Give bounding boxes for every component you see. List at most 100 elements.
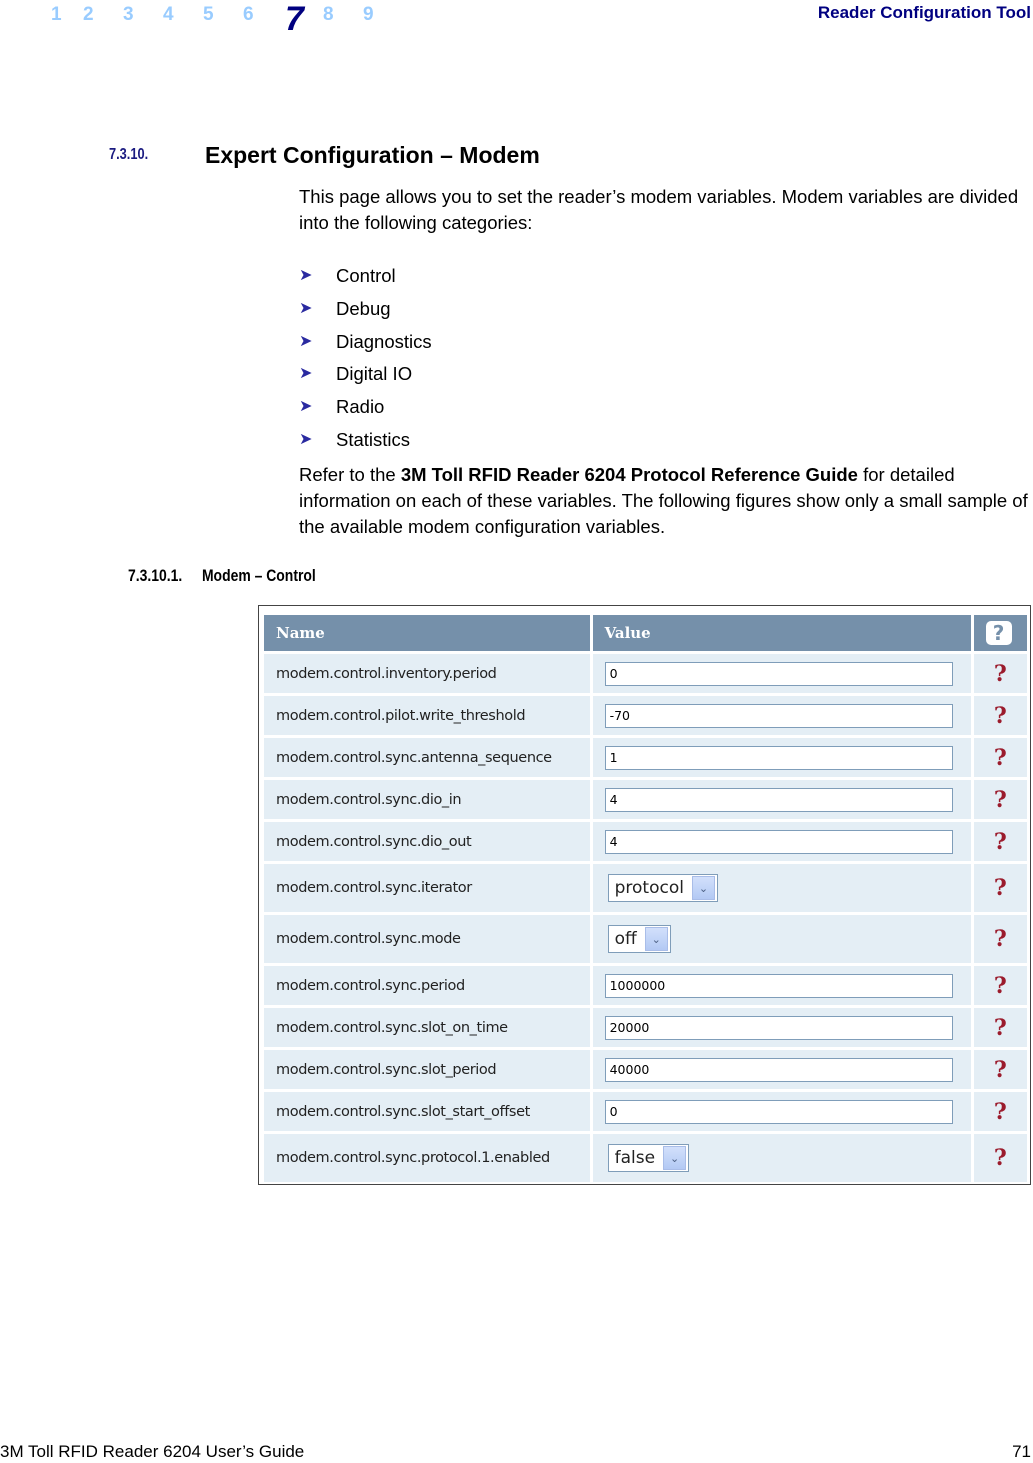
table-row: modem.control.inventory.period? xyxy=(264,654,1027,693)
modem-control-table: Name Value ? modem.control.inventory.per… xyxy=(261,612,1030,1185)
help-icon[interactable]: ? xyxy=(994,1015,1007,1041)
variable-name: modem.control.sync.slot_on_time xyxy=(264,1008,590,1047)
table-header-row: Name Value ? xyxy=(264,615,1027,651)
variable-name: modem.control.sync.dio_out xyxy=(264,822,590,861)
chapter-link[interactable]: 5 xyxy=(203,4,214,26)
arrow-bullet-icon: ➤ xyxy=(299,300,313,318)
modem-control-screenshot: Name Value ? modem.control.inventory.per… xyxy=(258,605,1031,1185)
arrow-bullet-icon: ➤ xyxy=(299,267,313,285)
variable-name: modem.control.sync.mode xyxy=(264,915,590,963)
table-row: modem.control.sync.iterator protocol ⌄? xyxy=(264,864,1027,912)
value-cell xyxy=(592,738,971,777)
chapter-link-active[interactable]: 7 xyxy=(285,0,304,39)
help-icon[interactable]: ? xyxy=(994,1145,1007,1171)
table-row: modem.control.sync.dio_in? xyxy=(264,780,1027,819)
variable-name: modem.control.sync.slot_period xyxy=(264,1050,590,1089)
help-icon[interactable]: ? xyxy=(994,829,1007,855)
chapter-link[interactable]: 3 xyxy=(123,4,134,26)
variable-name: modem.control.inventory.period xyxy=(264,654,590,693)
select-value: false xyxy=(614,1148,656,1168)
help-cell: ? xyxy=(973,1008,1027,1047)
subsection-title: Modem – Control xyxy=(201,566,316,585)
value-input[interactable] xyxy=(604,745,953,770)
help-cell: ? xyxy=(973,1050,1027,1089)
value-cell xyxy=(592,822,971,861)
name-column-header: Name xyxy=(264,615,590,651)
chapter-link[interactable]: 4 xyxy=(163,4,174,26)
chapter-link[interactable]: 2 xyxy=(83,4,94,26)
table-row: modem.control.sync.antenna_sequence? xyxy=(264,738,1027,777)
help-icon[interactable]: ? xyxy=(994,787,1007,813)
page-number: 71 xyxy=(1012,1442,1031,1461)
variable-name: modem.control.sync.protocol.1.enabled xyxy=(264,1134,590,1182)
value-input[interactable] xyxy=(604,973,953,998)
chapter-link[interactable]: 6 xyxy=(243,4,254,26)
subsection-heading: 7.3.10.1. Modem – Control xyxy=(128,566,316,586)
category-list: ➤ Control ➤ Debug ➤ Diagnostics ➤ Digital IO… xyxy=(299,260,432,456)
help-icon[interactable]: ? xyxy=(994,661,1007,687)
help-icon[interactable]: ? xyxy=(985,621,1012,645)
variable-name: modem.control.pilot.write_threshold xyxy=(264,696,590,735)
variable-name: modem.control.sync.period xyxy=(264,966,590,1005)
reference-paragraph: Refer to the 3M Toll RFID Reader 6204 Pr… xyxy=(299,462,1031,540)
value-select[interactable]: false ⌄ xyxy=(607,1144,690,1172)
help-cell: ? xyxy=(973,1092,1027,1131)
value-cell: protocol ⌄ xyxy=(592,864,971,912)
help-icon[interactable]: ? xyxy=(994,745,1007,771)
value-cell xyxy=(592,1008,971,1047)
help-cell: ? xyxy=(973,654,1027,693)
list-item: ➤ Debug xyxy=(299,293,432,326)
value-cell xyxy=(592,696,971,735)
refer-text: Refer to the xyxy=(299,464,401,485)
table-row: modem.control.sync.dio_out? xyxy=(264,822,1027,861)
variable-name: modem.control.sync.iterator xyxy=(264,864,590,912)
value-cell xyxy=(592,966,971,1005)
help-cell: ? xyxy=(973,780,1027,819)
value-input[interactable] xyxy=(604,829,953,854)
value-cell xyxy=(592,780,971,819)
help-cell: ? xyxy=(973,738,1027,777)
value-input[interactable] xyxy=(604,1015,953,1040)
chapter-link[interactable]: 8 xyxy=(323,4,334,26)
table-row: modem.control.sync.slot_on_time? xyxy=(264,1008,1027,1047)
help-icon[interactable]: ? xyxy=(994,1057,1007,1083)
table-row: modem.control.sync.slot_period? xyxy=(264,1050,1027,1089)
value-cell xyxy=(592,1092,971,1131)
table-row: modem.control.sync.slot_start_offset? xyxy=(264,1092,1027,1131)
value-select[interactable]: protocol ⌄ xyxy=(607,874,718,902)
value-input[interactable] xyxy=(604,703,953,728)
section-number: 7.3.10. xyxy=(109,146,149,163)
chapter-link[interactable]: 1 xyxy=(51,4,62,26)
table-row: modem.control.sync.mode off ⌄? xyxy=(264,915,1027,963)
table-row: modem.control.sync.period? xyxy=(264,966,1027,1005)
help-icon[interactable]: ? xyxy=(994,703,1007,729)
value-input[interactable] xyxy=(604,787,953,812)
reference-guide-title: 3M Toll RFID Reader 6204 Protocol Refere… xyxy=(400,464,858,485)
list-item-label: Debug xyxy=(336,298,391,320)
chapter-link[interactable]: 9 xyxy=(363,4,374,26)
variable-name: modem.control.sync.slot_start_offset xyxy=(264,1092,590,1131)
help-icon[interactable]: ? xyxy=(994,973,1007,999)
arrow-bullet-icon: ➤ xyxy=(299,398,313,416)
help-cell: ? xyxy=(973,1134,1027,1182)
value-cell xyxy=(592,1050,971,1089)
chevron-down-icon[interactable]: ⌄ xyxy=(663,1146,687,1170)
value-input[interactable] xyxy=(604,661,953,686)
value-select[interactable]: off ⌄ xyxy=(607,925,671,953)
subsection-number: 7.3.10.1. xyxy=(128,566,183,585)
help-cell: ? xyxy=(973,696,1027,735)
chevron-down-icon[interactable]: ⌄ xyxy=(691,876,715,900)
list-item: ➤ Radio xyxy=(299,391,432,424)
select-value: off xyxy=(614,929,637,949)
value-input[interactable] xyxy=(604,1057,953,1082)
list-item-label: Radio xyxy=(336,396,385,418)
value-input[interactable] xyxy=(604,1099,953,1124)
help-icon[interactable]: ? xyxy=(994,926,1007,952)
chevron-down-icon[interactable]: ⌄ xyxy=(644,927,668,951)
help-icon[interactable]: ? xyxy=(994,1099,1007,1125)
help-icon[interactable]: ? xyxy=(994,875,1007,901)
select-value: protocol xyxy=(614,878,684,898)
list-item-label: Diagnostics xyxy=(336,330,432,352)
table-row: modem.control.sync.protocol.1.enabled fal… xyxy=(264,1134,1027,1182)
list-item-label: Statistics xyxy=(336,428,411,450)
